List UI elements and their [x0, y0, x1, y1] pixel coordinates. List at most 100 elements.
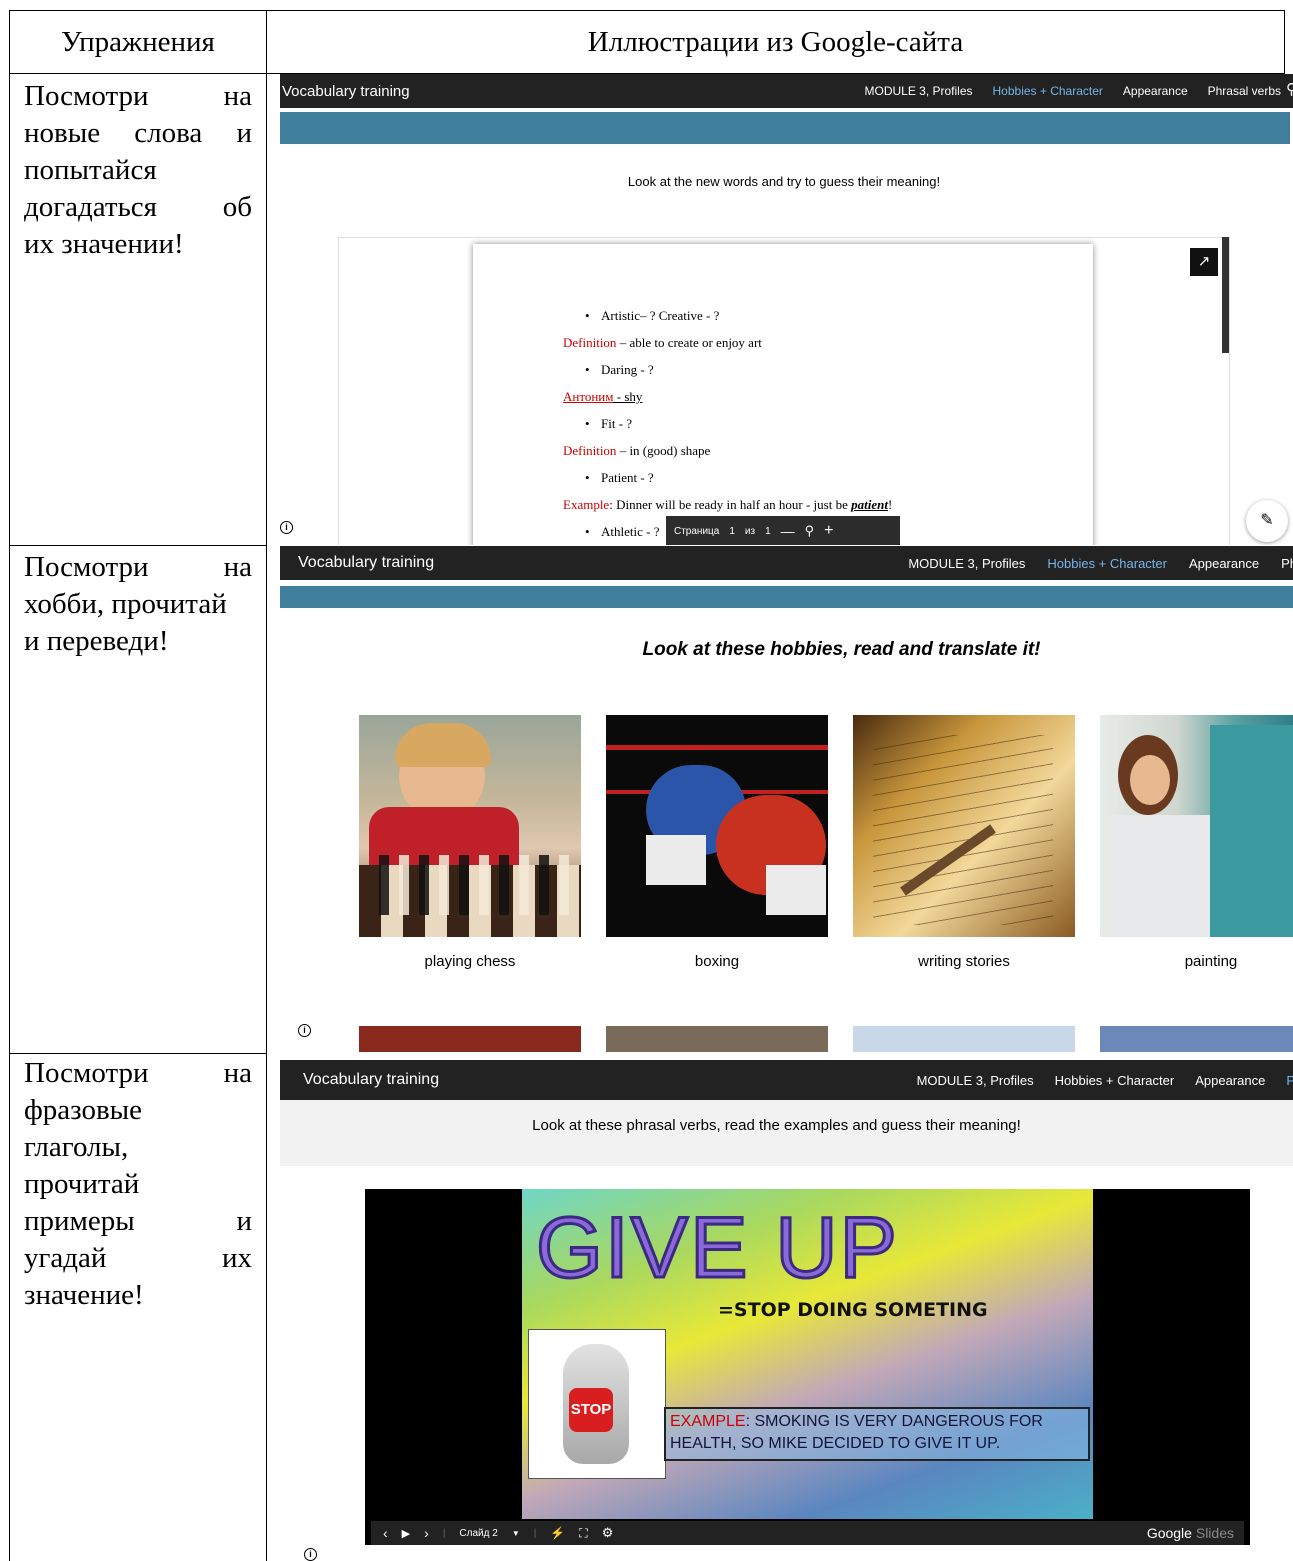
intro-text: Look at these hobbies, read and translat… — [642, 639, 1041, 660]
nav-item-phrasal-verbs[interactable]: Phrasal verbs — [1208, 84, 1281, 98]
doc-line: Definition – in (good) shape — [563, 443, 711, 458]
screenshot-phrasal-verbs: Vocabulary training MODULE 3, Profiles H… — [280, 1054, 1293, 1561]
accent-banner — [280, 586, 1293, 608]
hobby-image-partial — [606, 1026, 828, 1052]
nav-item-module3[interactable]: MODULE 3, Profiles — [908, 556, 1025, 571]
page-current[interactable]: 1 — [729, 526, 735, 537]
task-line: прочитай — [24, 1168, 140, 1200]
intro-text: Look at the new words and try to guess t… — [627, 174, 941, 189]
task-text-3: Посмотри на фразовые глаголы, прочитай п… — [24, 1055, 252, 1314]
info-icon[interactable]: i — [298, 1024, 311, 1037]
nav-item-appearance[interactable]: Appearance — [1189, 556, 1259, 571]
intro-text: Look at these phrasal verbs, read the ex… — [532, 1117, 1021, 1134]
header-illustrations: Иллюстрации из Google-сайта — [587, 25, 964, 58]
site-header: Vocabulary training MODULE 3, Profiles H… — [280, 1060, 1293, 1100]
viewer-scrollbar[interactable] — [1222, 237, 1229, 353]
caption-painting: painting — [1184, 953, 1238, 970]
site-title[interactable]: Vocabulary training — [282, 83, 410, 100]
task-line: Посмотри на — [24, 80, 252, 112]
boxing-image — [606, 715, 828, 937]
next-slide-icon[interactable]: › — [424, 1525, 429, 1541]
page-total: 1 — [765, 525, 771, 537]
page-label: Страница — [674, 525, 720, 537]
table-border-right — [1284, 10, 1285, 74]
nav-item-module3[interactable]: MODULE 3, Profiles — [917, 1073, 1034, 1088]
chevron-down-icon[interactable]: ▼ — [512, 1529, 520, 1538]
nav-item-phrasal-verbs[interactable]: Ph — [1281, 556, 1293, 571]
caption-boxing: boxing — [694, 953, 740, 970]
site-nav: MODULE 3, Profiles Hobbies + Character A… — [908, 556, 1293, 571]
task-line: значение! — [24, 1279, 144, 1311]
fullscreen-icon[interactable]: ⛶ — [579, 1526, 587, 1541]
document-page: Artistic– ? Creative - ? Definition – ab… — [473, 244, 1093, 545]
open-in-new-icon[interactable]: ↗ — [1190, 248, 1218, 276]
slide-title: GIVE UP — [535, 1200, 899, 1296]
zoom-in-button[interactable]: + — [824, 522, 833, 540]
doc-line: Patient - ? — [585, 470, 654, 486]
gear-icon[interactable]: ⚙ — [602, 1525, 614, 1541]
table-border-left — [9, 10, 10, 1561]
info-icon[interactable]: i — [304, 1548, 317, 1561]
accent-banner — [280, 112, 1290, 144]
play-icon[interactable]: ▶ — [402, 1527, 410, 1540]
lightning-icon[interactable]: ⚡ — [550, 1526, 565, 1540]
row1-divider — [9, 545, 267, 546]
task-line: и переведи! — [24, 625, 169, 657]
hobby-image-partial — [1100, 1026, 1293, 1052]
nav-item-hobbies[interactable]: Hobbies + Character — [993, 84, 1103, 98]
painting-image — [1100, 715, 1293, 937]
task-line: Посмотри на — [24, 551, 252, 583]
slide-meaning: =STOP DOING SOMETING — [718, 1299, 988, 1321]
task-text-2: Посмотри на хобби, прочитай и переведи! — [24, 549, 252, 660]
nav-item-hobbies[interactable]: Hobbies + Character — [1055, 1073, 1175, 1088]
doc-line: Artistic– ? Creative - ? — [585, 308, 719, 324]
header-exercises: Упражнения — [61, 25, 215, 58]
hobby-image-partial — [359, 1026, 581, 1052]
nav-item-appearance[interactable]: Appearance — [1195, 1073, 1265, 1088]
nav-item-module3[interactable]: MODULE 3, Profiles — [864, 84, 972, 98]
task-line: примеры и — [24, 1205, 252, 1237]
slide-selector[interactable]: Слайд 2 — [459, 1528, 497, 1539]
row2-divider — [9, 1053, 267, 1054]
doc-line: Example: Dinner will be ready in half an… — [563, 497, 893, 512]
site-nav: MODULE 3, Profiles Hobbies + Character A… — [917, 1073, 1293, 1088]
task-line: угадай их — [24, 1242, 252, 1274]
column-divider — [266, 10, 267, 1561]
task-text-1: Посмотри на новые слова и попытайся дога… — [24, 78, 252, 263]
nav-item-appearance[interactable]: Appearance — [1123, 84, 1188, 98]
caption-writing-stories: writing stories — [918, 953, 1010, 970]
info-icon[interactable]: i — [280, 521, 293, 534]
chess-image — [359, 715, 581, 937]
site-header: Vocabulary training MODULE 3, Profiles H… — [280, 546, 1293, 580]
site-title[interactable]: Vocabulary training — [303, 1071, 439, 1089]
task-line: фразовые — [24, 1094, 142, 1126]
site-title[interactable]: Vocabulary training — [298, 554, 434, 572]
slides-toolbar: ‹ ▶ › | Слайд 2 ▼ | ⚡ ⛶ ⚙ Google Slides — [371, 1521, 1244, 1545]
task-line: Посмотри на — [24, 1057, 252, 1089]
prev-slide-icon[interactable]: ‹ — [383, 1525, 388, 1541]
slide-canvas: GIVE UP =STOP DOING SOMETING STOP EXAMPL… — [522, 1189, 1093, 1519]
writing-stories-image — [853, 715, 1075, 937]
screenshot-vocabulary: Vocabulary training MODULE 3, Profiles H… — [280, 74, 1293, 545]
caption-playing-chess: playing chess — [424, 953, 516, 970]
search-icon[interactable]: ⚲ — [1286, 80, 1293, 98]
doc-line: Fit - ? — [585, 416, 632, 432]
zoom-icon[interactable]: ⚲ — [805, 523, 815, 539]
doc-line: Definition – able to create or enjoy art — [563, 335, 762, 350]
task-line: глаголы, — [24, 1131, 129, 1163]
hobby-image-partial — [853, 1026, 1075, 1052]
doc-line: Daring - ? — [585, 362, 654, 378]
page-controls: Страница 1 из 1 — ⚲ + — [666, 516, 900, 545]
task-line: догадаться об — [24, 191, 252, 223]
nav-item-hobbies[interactable]: Hobbies + Character — [1047, 556, 1167, 571]
edit-icon[interactable]: ✎ — [1246, 500, 1288, 542]
task-line: попытайся — [24, 154, 157, 186]
google-slides-logo: Google Slides — [1146, 1525, 1234, 1541]
nav-item-phrasal-verbs[interactable]: P — [1286, 1073, 1293, 1088]
task-line: их значении! — [24, 228, 184, 260]
slides-embed: GIVE UP =STOP DOING SOMETING STOP EXAMPL… — [365, 1189, 1250, 1545]
stop-hand-image: STOP — [528, 1329, 666, 1479]
zoom-out-button[interactable]: — — [781, 523, 795, 539]
slide-example-box: EXAMPLE: SMOKING IS VERY DANGEROUS FOR H… — [664, 1407, 1090, 1461]
site-header: Vocabulary training MODULE 3, Profiles H… — [280, 74, 1293, 108]
